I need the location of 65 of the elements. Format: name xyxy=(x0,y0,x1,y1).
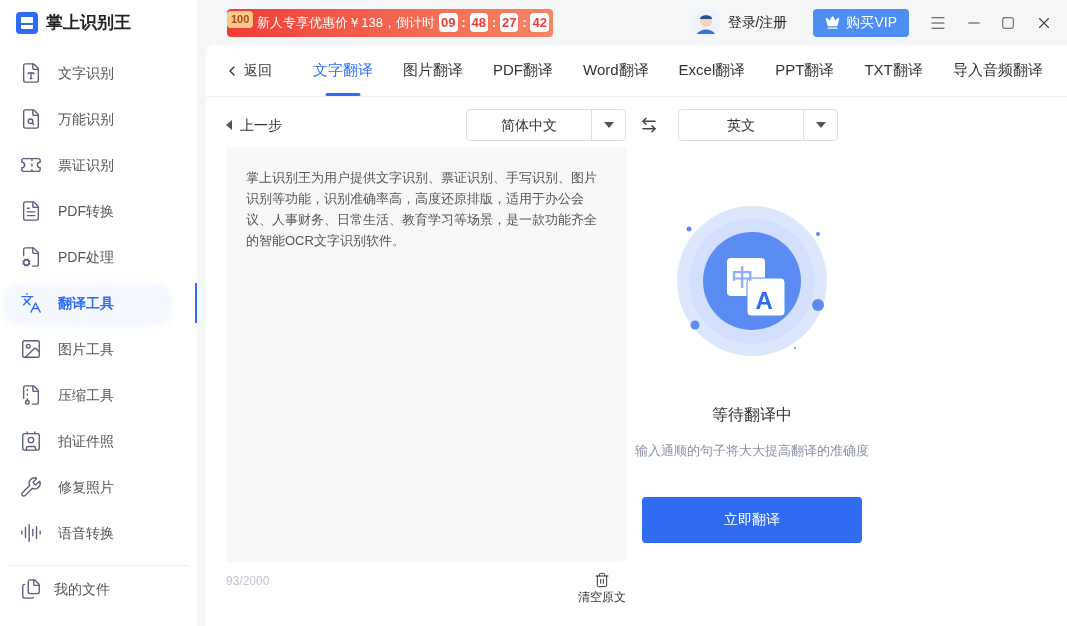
source-language-select[interactable]: 简体中文 xyxy=(466,109,626,141)
colon-separator: : xyxy=(492,14,496,32)
countdown-digits: 09 xyxy=(439,12,458,33)
tab[interactable]: Word翻译 xyxy=(568,45,664,96)
sidebar-icon xyxy=(20,476,42,498)
sidebar-item[interactable]: PDF处理 xyxy=(8,239,168,275)
previous-step-link[interactable]: 上一步 xyxy=(226,114,282,136)
sidebar-icon xyxy=(20,108,42,130)
tab[interactable]: TXT翻译 xyxy=(849,45,938,96)
sidebar-icon xyxy=(20,292,42,314)
app-logo-icon xyxy=(16,11,38,34)
source-text: 掌上识别王为用户提供文字识别、票证识别、手写识别、图片识别等功能，识别准确率高，高度还原排版，适用于办公会议、人事财务、日常生活、教育学习等场景，是一款功能齐全的智能OCR文字识别软件。 xyxy=(246,169,598,250)
target-language-select[interactable]: 英文 xyxy=(678,109,838,141)
maximize-icon[interactable] xyxy=(1001,15,1015,30)
clear-text-button[interactable]: 清空原文 xyxy=(578,572,626,606)
crown-icon xyxy=(825,15,841,30)
countdown-digits: 42 xyxy=(530,12,549,33)
avatar-icon xyxy=(691,8,720,37)
sidebar-item[interactable]: 语音转换 xyxy=(8,515,168,551)
my-files-item[interactable]: 我的文件 xyxy=(0,578,197,600)
countdown-digits: 48 xyxy=(469,12,488,33)
caret-icon xyxy=(603,122,614,128)
sidebar-item[interactable]: 万能识别 xyxy=(8,101,168,137)
sidebar-icon xyxy=(20,522,42,544)
caret-left-icon xyxy=(226,120,232,130)
sidebar-item[interactable]: 文字识别 xyxy=(8,55,168,91)
tab[interactable]: PPT翻译 xyxy=(760,45,850,96)
sidebar-icon xyxy=(20,338,42,360)
sidebar-icon xyxy=(20,62,42,84)
sidebar-item[interactable]: 修复照片 xyxy=(8,469,168,505)
tab[interactable]: PDF翻译 xyxy=(478,45,568,96)
app-name: 掌上识别王 xyxy=(46,11,131,34)
sidebar-icon xyxy=(20,430,42,452)
source-text-area[interactable]: 掌上识别王为用户提供文字识别、票证识别、手写识别、图片识别等功能，识别准确率高，高度还原排版，适用于办公会议、人事财务、日常生活、教育学习等场景，是一款功能齐全的智能OCR文字识别软件。 xyxy=(226,147,626,562)
character-count: 93/2000 xyxy=(226,573,270,590)
sidebar-item[interactable]: 票证识别 xyxy=(8,147,168,183)
trash-icon xyxy=(594,572,610,588)
tab[interactable]: Excel翻译 xyxy=(663,45,761,96)
promo-text: 新人专享优惠价￥138，倒计时 xyxy=(257,13,436,32)
back-link[interactable]: 返回 xyxy=(224,45,298,96)
file-icon xyxy=(20,578,42,600)
colon-separator: : xyxy=(522,14,527,32)
tab[interactable]: 文字翻译 xyxy=(298,45,388,96)
sidebar-item[interactable]: PDF转换 xyxy=(8,193,168,229)
colon-separator: : xyxy=(461,14,466,32)
sidebar-icon xyxy=(20,384,42,406)
latin-glyph: A xyxy=(755,286,773,316)
translate-button[interactable]: 立即翻译 xyxy=(641,496,862,543)
coupon-badge: 100 xyxy=(227,11,254,28)
hint-text: 输入通顺的句子将大大提高翻译的准确度 xyxy=(634,442,869,460)
sidebar-item[interactable]: 图片工具 xyxy=(8,331,168,367)
sidebar-item[interactable]: 翻译工具 xyxy=(8,285,168,321)
sidebar-item[interactable]: 压缩工具 xyxy=(8,377,168,413)
sidebar-item[interactable]: 拍证件照 xyxy=(8,423,168,459)
chinese-glyph: 中 xyxy=(731,264,754,292)
tab[interactable]: 导入音频翻译 xyxy=(937,45,1058,96)
swap-icon[interactable] xyxy=(640,116,658,134)
promo-banner[interactable]: 100 新人专享优惠价￥138，倒计时 09 : 48 : 27 : 42 xyxy=(227,8,553,37)
status-text: 等待翻译中 xyxy=(711,405,792,425)
caret-icon xyxy=(815,122,826,128)
sidebar-icon xyxy=(20,200,42,222)
sidebar-icon xyxy=(20,246,42,268)
tab[interactable]: 图片翻译 xyxy=(388,45,478,96)
countdown-digits: 27 xyxy=(500,12,519,33)
login-link[interactable]: 登录/注册 xyxy=(727,12,788,33)
